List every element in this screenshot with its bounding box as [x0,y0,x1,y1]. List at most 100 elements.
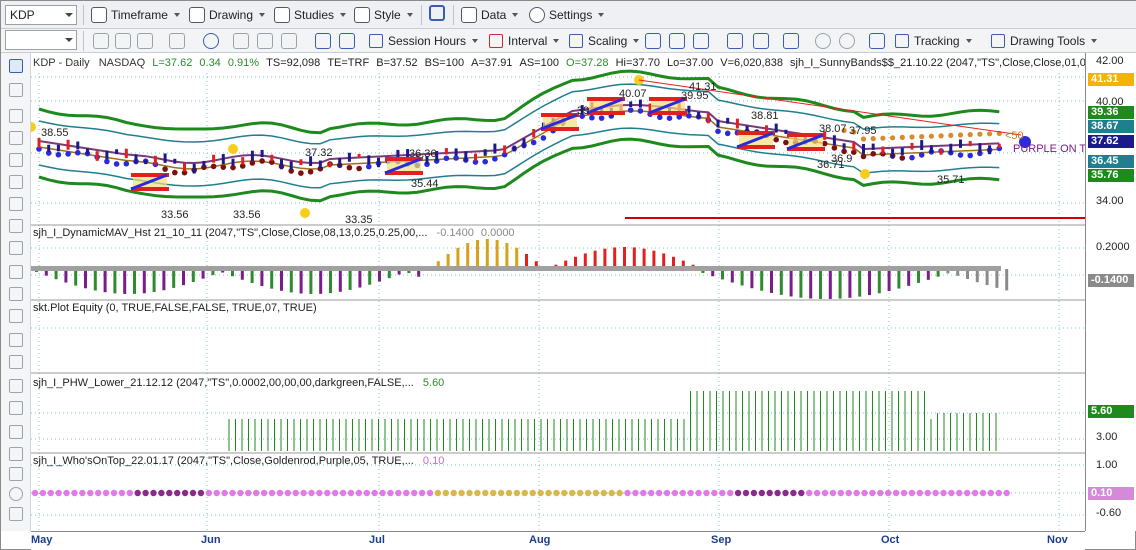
arrow-up-icon[interactable] [9,467,23,481]
bars-icon[interactable] [137,33,153,49]
trend-dot [356,165,362,172]
trend-dot [967,152,973,159]
session-hours-menu[interactable]: Session Hours [369,32,479,50]
whos-on-top-dot [490,489,497,497]
timeframe-menu[interactable]: Timeframe [91,6,180,24]
drawing-tools-menu[interactable]: Drawing Tools [991,32,1098,50]
data-menu[interactable]: Data [461,6,519,24]
crosshair-icon[interactable] [869,33,885,49]
histogram-bar [74,269,78,286]
price-bar [221,154,225,164]
eraser-icon[interactable] [9,507,23,521]
channel-icon[interactable] [9,197,23,211]
refresh-icon[interactable] [93,33,109,49]
tracking-menu[interactable]: Tracking [895,32,972,50]
whos-on-top-dot [229,489,236,497]
whos-on-top-dot [316,489,323,497]
arrow-down-icon[interactable] [9,447,23,461]
whos-on-top-dot [442,489,449,497]
zoom-out-icon[interactable] [839,33,855,49]
whos-on-top-label: sjh_I_Who'sOnTop_22.01.17 (2047,"TS",Clo… [33,455,414,467]
zoom-in-icon[interactable] [815,33,831,49]
whos-on-top-dot [95,489,102,497]
drawing-menu[interactable]: Drawing [189,6,266,24]
crosshair-icon[interactable] [9,83,23,97]
ray-icon[interactable] [9,131,23,145]
histogram-bar [779,269,783,295]
horizontal-line-icon[interactable] [9,153,23,167]
timeframe-label: Timeframe [111,8,168,22]
price-axis[interactable]: 42.00 41.31 40.00 39.36 38.67 37.62 36.4… [1085,53,1136,531]
last-price: L=37.62 [152,57,193,69]
compass-icon[interactable] [203,33,219,49]
format-icon[interactable] [315,33,331,49]
hollow-candle-icon[interactable] [693,33,709,49]
trendline-icon[interactable] [9,109,23,123]
cluster-icon[interactable] [281,33,297,49]
zoom-out-icon[interactable] [115,33,131,49]
price-annotation: 33.56 [161,209,189,221]
price-bar [299,159,303,166]
vertical-line-icon[interactable] [9,175,23,189]
price-annotation: 38.55 [41,127,69,139]
trend-dot [666,115,673,122]
price-bar [115,149,119,155]
style-label: Style [374,8,401,22]
interval-menu[interactable]: Interval [489,32,560,50]
chart-type-icon[interactable] [169,33,185,49]
high-price: Hi=37.70 [615,57,660,69]
symbol-input[interactable]: KDP [5,5,77,25]
bar-style-icon[interactable] [645,33,661,49]
whos-on-top-dot [916,489,923,497]
fibonacci-icon[interactable] [9,219,23,233]
line-chart-icon[interactable] [257,33,273,49]
chart-area[interactable]: KDP - Daily NASDAQ L=37.62 0.34 0.91% TS… [26,53,1101,531]
whos-on-top-dot [774,489,781,497]
candlestick-icon[interactable] [669,33,685,49]
arc-icon[interactable] [9,425,23,439]
price-bar [241,157,245,165]
price-bar [289,161,293,170]
pointer-icon[interactable] [9,59,23,73]
whos-on-top-dot [450,489,457,497]
whos-on-top-dot [466,489,473,497]
price-bar [338,157,342,168]
trend-dot [230,164,236,171]
arrow-icon[interactable] [9,355,23,369]
trend-dot [65,151,71,157]
renko-icon[interactable] [753,33,769,49]
chevron-down-icon[interactable] [65,38,73,42]
studies-menu[interactable]: Studies [274,6,347,24]
purple-on-top-label: PURPLE ON T [1013,143,1087,155]
link-icon[interactable] [429,5,445,21]
whos-on-top-dot [174,489,181,497]
trend-dot [75,149,81,156]
month-label: Jul [369,534,385,546]
drawing-label: Drawing [209,8,254,22]
time-axis[interactable]: May Jun Jul Aug Sep Oct Nov [31,531,1085,550]
cycle-icon[interactable] [9,309,23,323]
phw-lower-histogram [228,391,997,451]
drawing-object-icon[interactable] [233,33,249,49]
interval-input[interactable] [5,30,77,50]
layout-icon[interactable] [783,33,799,49]
price-header: KDP - Daily NASDAQ L=37.62 0.34 0.91% TS… [33,57,1101,69]
gann-icon[interactable] [9,265,23,279]
volume-icon[interactable] [727,33,743,49]
symbol-label: KDP - Daily [33,57,90,69]
text-icon[interactable] [9,333,23,347]
circle-icon[interactable] [9,487,23,501]
chevron-down-icon[interactable] [65,13,73,17]
price-bar [852,142,856,151]
grid-icon[interactable] [339,33,355,49]
scaling-menu[interactable]: Scaling [569,32,640,50]
rectangle-icon[interactable] [9,401,23,415]
whos-on-top-dot [964,489,971,497]
pitchfork-icon[interactable] [9,287,23,301]
whos-on-top-dot [853,489,860,497]
ellipse-icon[interactable] [9,379,23,393]
ruler-icon[interactable] [9,241,23,255]
price-bar [56,144,60,152]
settings-menu[interactable]: Settings [529,6,605,24]
style-menu[interactable]: Style [354,6,413,24]
